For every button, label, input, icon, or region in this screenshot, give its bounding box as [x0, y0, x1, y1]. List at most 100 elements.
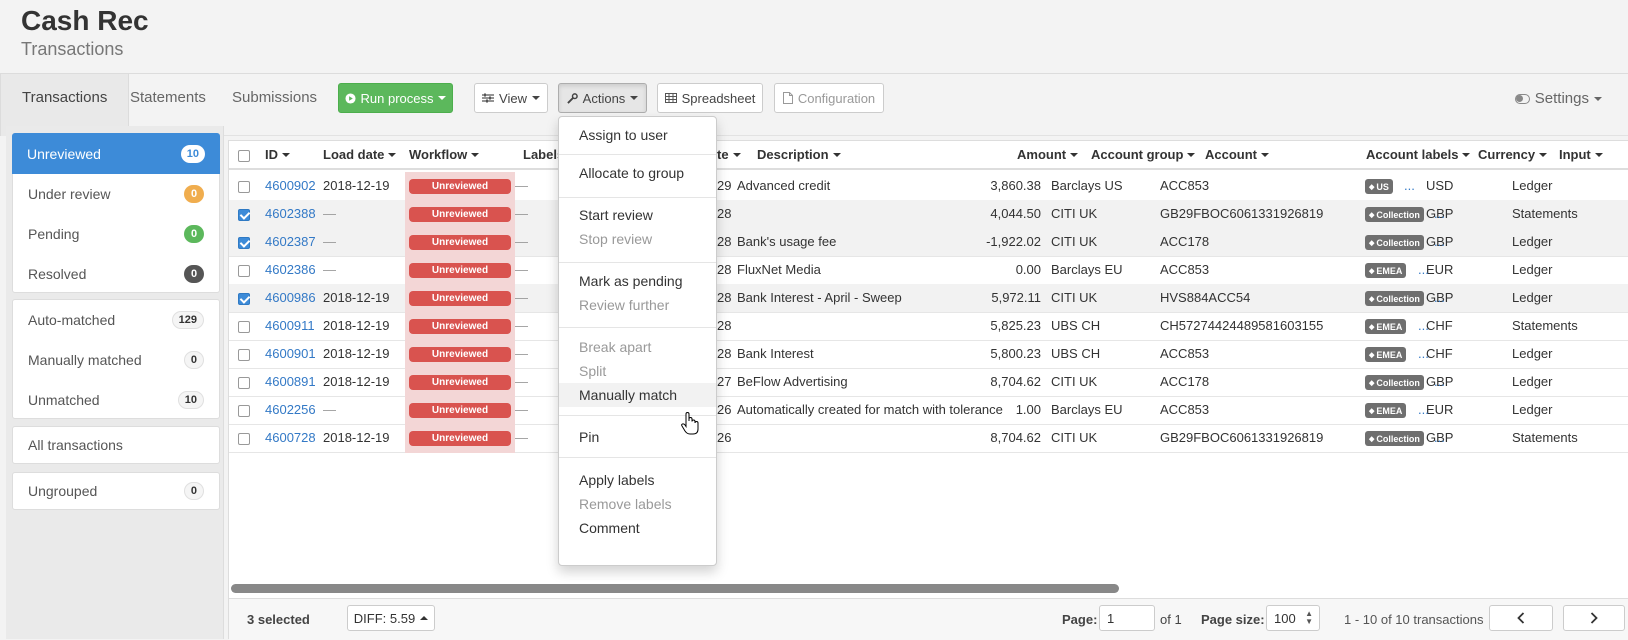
cell-date: 28	[717, 262, 732, 277]
row-checkbox[interactable]	[238, 349, 250, 361]
row-checkbox[interactable]	[238, 433, 250, 445]
row-checkbox[interactable]	[238, 405, 250, 417]
cell-load-date: —	[323, 206, 336, 221]
table-row[interactable]: Unreviewed 4602387 — — 28 Bank's usage fee CIT…	[229, 228, 1628, 257]
view-button[interactable]: View	[474, 83, 548, 113]
cell-load-date: 2018-12-19	[323, 178, 390, 193]
cell-date: 29	[717, 178, 732, 193]
row-checkbox[interactable]	[238, 265, 250, 277]
menu-item-apply-labels[interactable]: Apply labels	[559, 468, 716, 492]
settings-button[interactable]: Settings	[1514, 90, 1602, 107]
menu-item-start-review[interactable]: Start review	[559, 203, 716, 227]
sidebar-item-unreviewed[interactable]: Unreviewed 10	[12, 133, 220, 174]
menu-item-break-apart[interactable]: Break apart	[559, 335, 716, 359]
more-labels-link[interactable]: ...	[1418, 346, 1429, 361]
table-row[interactable]: Unreviewed 4600986 2018-12-19 — 28 Bank Inter…	[229, 284, 1628, 313]
table-row[interactable]: Unreviewed 4602388 — — 28 CITI UK GB29FBOC6061…	[229, 200, 1628, 229]
sidebar-item-manually-matched[interactable]: Manually matched 0	[13, 340, 219, 380]
table-row[interactable]: Unreviewed 4602386 — — 28 FluxNet Media Barcla…	[229, 256, 1628, 285]
sidebar-item-all-transactions[interactable]: All transactions	[13, 427, 219, 463]
cell-id[interactable]: 4600728	[265, 430, 316, 445]
more-labels-link[interactable]: ...	[1434, 206, 1445, 221]
cell-id[interactable]: 4602386	[265, 262, 316, 277]
row-checkbox[interactable]	[238, 237, 250, 249]
menu-item-split[interactable]: Split	[559, 359, 716, 383]
sidebar-item-under-review[interactable]: Under review 0	[13, 174, 219, 214]
toggle-icon	[1514, 93, 1530, 104]
more-labels-link[interactable]: ...	[1434, 430, 1445, 445]
cell-account: ACC853	[1160, 402, 1210, 417]
column-header-input[interactable]: Input	[1559, 147, 1603, 162]
table-row[interactable]: Unreviewed 4600901 2018-12-19 — 28 Bank Inter…	[229, 340, 1628, 369]
cell-id[interactable]: 4600911	[265, 318, 315, 333]
table-row[interactable]: Unreviewed 4602256— —26 Automatically creat…	[229, 396, 1628, 425]
table-row[interactable]: Unreviewed 4600911 2018-12-19 — 28 UBS CH CH57…	[229, 312, 1628, 341]
column-header-account-labels[interactable]: Account labels	[1366, 147, 1471, 162]
table-row[interactable]: Unreviewed 4600902 2018-12-19 — 29 Advanced c…	[229, 172, 1628, 201]
column-header-account[interactable]: Account	[1205, 147, 1269, 162]
cell-amount: 8,704.62	[990, 374, 1041, 389]
menu-item-allocate-to-group[interactable]: Allocate to group	[559, 161, 716, 185]
column-header-load-date[interactable]: Load date	[323, 147, 397, 162]
menu-item-manually-match[interactable]: Manually match	[559, 383, 716, 407]
more-labels-link[interactable]: ...	[1434, 374, 1445, 389]
menu-item-stop-review[interactable]: Stop review	[559, 227, 716, 251]
horizontal-scrollbar[interactable]	[231, 584, 1119, 593]
column-header-currency[interactable]: Currency	[1478, 147, 1548, 162]
cell-id[interactable]: 4600891	[265, 374, 316, 389]
next-page-button[interactable]	[1563, 605, 1625, 631]
sidebar-item-pending[interactable]: Pending 0	[13, 214, 219, 254]
row-checkbox[interactable]	[238, 209, 250, 221]
configuration-button[interactable]: Configuration	[774, 83, 884, 113]
cell-id[interactable]: 4600901	[265, 346, 316, 361]
row-checkbox[interactable]	[238, 377, 250, 389]
table-row[interactable]: Unreviewed 4600728 2018-12-19 — 26 CITI UK GB2…	[229, 424, 1628, 453]
cell-id[interactable]: 4602388	[265, 206, 316, 221]
page-input[interactable]: 1	[1099, 605, 1155, 631]
more-labels-link[interactable]: ...	[1434, 234, 1445, 249]
more-labels-link[interactable]: ...	[1434, 290, 1445, 305]
app-title: Cash Rec	[21, 5, 149, 36]
cell-account: GB29FBOC6061331926819	[1160, 206, 1324, 221]
row-checkbox[interactable]	[238, 181, 250, 193]
column-header-amount[interactable]: Amount	[1017, 147, 1079, 162]
menu-item-review-further[interactable]: Review further	[559, 293, 716, 317]
column-header-id[interactable]: ID	[265, 147, 290, 162]
select-all-checkbox[interactable]	[238, 150, 250, 162]
cell-amount: 0.00	[1015, 262, 1041, 277]
page-size-select[interactable]: 100 ▲ ▼	[1266, 605, 1320, 631]
menu-item-assign-to-user[interactable]: Assign to user	[559, 123, 716, 147]
sidebar-item-resolved[interactable]: Resolved 0	[13, 254, 219, 294]
cell-id[interactable]: 4600902	[265, 178, 316, 193]
more-labels-link[interactable]: ...	[1404, 178, 1415, 193]
column-header-workflow[interactable]: Workflow	[409, 147, 480, 162]
more-labels-link[interactable]: ...	[1418, 262, 1429, 277]
diff-button[interactable]: DIFF: 5.59	[347, 605, 435, 631]
sidebar-item-ungrouped[interactable]: Ungrouped 0	[13, 473, 219, 509]
cell-input: Ledger	[1512, 234, 1553, 249]
cell-id[interactable]: 4600986	[265, 290, 316, 305]
row-checkbox[interactable]	[238, 321, 250, 333]
column-header-account-group[interactable]: Account group	[1091, 147, 1196, 162]
sidebar-item-auto-matched[interactable]: Auto-matched 129	[13, 300, 219, 340]
sidebar-item-unmatched[interactable]: Unmatched 10	[13, 380, 219, 420]
cell-id[interactable]: 4602387	[265, 234, 316, 249]
row-checkbox[interactable]	[238, 293, 250, 305]
actions-button[interactable]: Actions	[558, 83, 647, 113]
cell-amount: 1.00	[1015, 402, 1041, 417]
tab-submissions[interactable]: Submissions	[211, 74, 338, 136]
pagination-range: 1 - 10 of 10 transactions	[1344, 612, 1484, 627]
spreadsheet-button[interactable]: Spreadsheet	[657, 83, 763, 113]
more-labels-link[interactable]: ...	[1418, 318, 1429, 333]
workflow-status-badge: Unreviewed	[409, 347, 511, 362]
more-labels-link[interactable]: ...	[1418, 402, 1429, 417]
table-row[interactable]: Unreviewed 4600891 2018-12-19 — 27 BeFlow Adv…	[229, 368, 1628, 397]
menu-item-mark-as-pending[interactable]: Mark as pending	[559, 269, 716, 293]
run-process-button[interactable]: Run process	[338, 83, 453, 113]
cell-id[interactable]: 4602256	[265, 402, 316, 417]
menu-item-comment[interactable]: Comment	[559, 516, 716, 540]
menu-item-remove-labels[interactable]: Remove labels	[559, 492, 716, 516]
column-header-description[interactable]: Description	[757, 147, 841, 162]
column-header-date[interactable]: te	[717, 147, 741, 162]
prev-page-button[interactable]	[1489, 605, 1553, 631]
